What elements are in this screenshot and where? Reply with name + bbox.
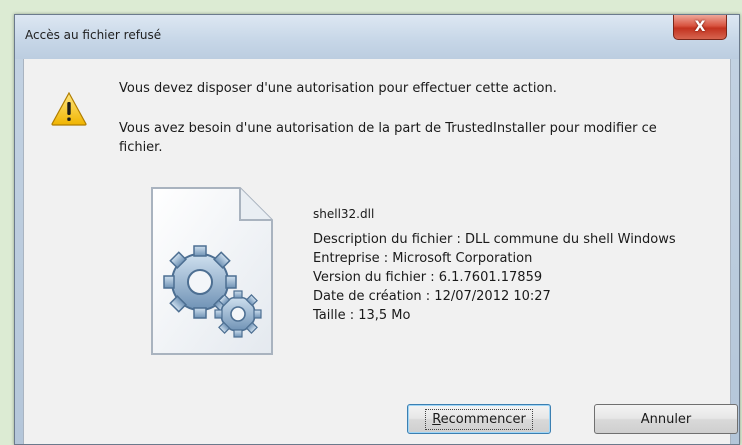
file-name: shell32.dll <box>313 207 375 221</box>
dialog-window: Accès au fichier refusé X Vous devez dis… <box>14 14 740 445</box>
retry-label-rest: ecommencer <box>440 411 526 427</box>
file-size: Taille : 13,5 Mo <box>313 308 411 323</box>
dialog-content: Vous devez disposer d'une autorisation p… <box>23 59 738 444</box>
close-button[interactable]: X <box>673 15 727 40</box>
file-description: Description du fichier : DLL commune du … <box>313 232 676 247</box>
retry-button[interactable]: Recommencer <box>407 404 551 434</box>
close-icon: X <box>694 19 706 35</box>
permission-message: Vous devez disposer d'une autorisation p… <box>119 81 557 96</box>
file-created-date: Date de création : 12/07/2012 10:27 <box>313 289 551 304</box>
window-title: Accès au fichier refusé <box>25 28 162 42</box>
retry-button-label: Recommencer <box>425 408 533 430</box>
file-version: Version du fichier : 6.1.7601.17859 <box>313 270 543 285</box>
cancel-button[interactable]: Annuler <box>594 404 738 434</box>
file-company: Entreprise : Microsoft Corporation <box>313 251 533 266</box>
warning-icon <box>51 92 87 126</box>
title-bar: Accès au fichier refusé X <box>15 15 739 59</box>
retry-accelerator-key: R <box>432 411 441 427</box>
trustedinstaller-message: Vous avez besoin d'une autorisation de l… <box>119 121 657 155</box>
dll-file-gears-icon <box>151 187 273 355</box>
file-details: shell32.dll Description du fichier : DLL… <box>313 205 703 325</box>
